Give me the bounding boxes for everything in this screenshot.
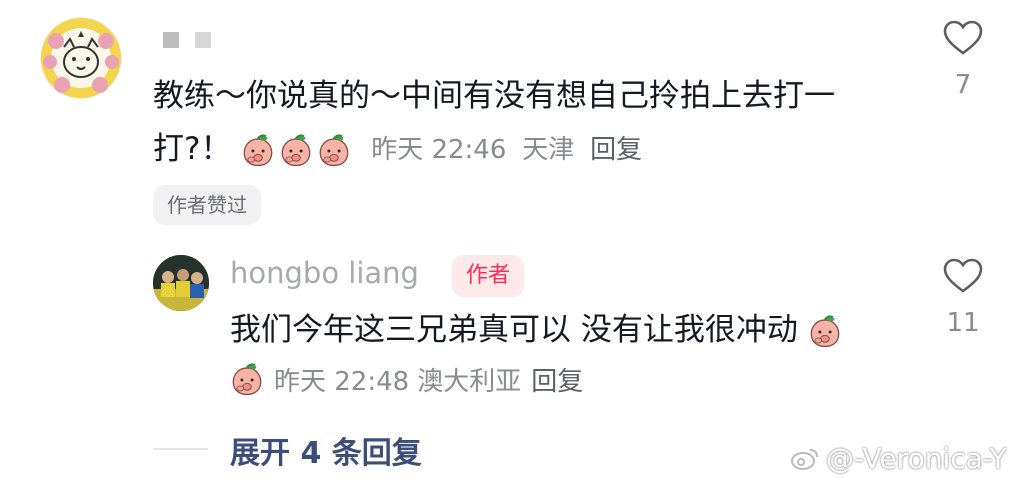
weibo-icon (791, 448, 818, 470)
reply-text: 我们今年这三兄弟真可以 没有让我很冲动 (230, 312, 798, 348)
like-group-reply[interactable]: 11 (933, 258, 993, 338)
reply-button[interactable]: 回复 (531, 361, 583, 398)
replier-avatar[interactable] (153, 255, 209, 311)
watermark: @-Veronica-Y (790, 442, 1007, 475)
reply-time: 昨天 22:48 (274, 367, 410, 397)
reply-username[interactable]: hongbo liang (230, 256, 419, 290)
heart-outline-icon[interactable] (943, 20, 983, 56)
comment-location: 天津 (522, 135, 575, 165)
like-count: 11 (946, 308, 980, 338)
expand-replies-link[interactable]: 展开 4 条回复 (230, 428, 422, 472)
reply-body: 我们今年这三兄弟真可以 没有让我很冲动 (230, 307, 846, 353)
reply-button[interactable]: 回复 (590, 135, 642, 165)
like-group-comment[interactable]: 7 (933, 20, 993, 100)
comment-body: 教练～你说真的～中间有没有想自己拎拍上去打一打?！ 昨天 22:46 天津 回复 (153, 70, 898, 177)
reply-meta: 昨天 22:48 澳大利亚 回复 (230, 361, 583, 398)
masked-username[interactable] (163, 32, 211, 48)
peach-face-emoji-icon (320, 133, 349, 166)
watermark-text: @-Veronica-Y (826, 442, 1007, 475)
comment-time: 昨天 22:46 (371, 135, 507, 165)
author-liked-badge: 作者赞过 (153, 185, 261, 225)
peach-face-emoji-icon (282, 133, 311, 166)
divider (153, 448, 208, 450)
peach-face-emoji-icon (232, 362, 262, 395)
peach-face-emoji-icon (810, 314, 840, 347)
reply-location: 澳大利亚 (417, 367, 522, 397)
heart-outline-icon[interactable] (943, 258, 983, 294)
like-count: 7 (954, 70, 972, 100)
author-tag: 作者 (452, 255, 525, 297)
peach-face-emoji-icon (244, 133, 273, 166)
commenter-avatar[interactable] (40, 17, 122, 99)
